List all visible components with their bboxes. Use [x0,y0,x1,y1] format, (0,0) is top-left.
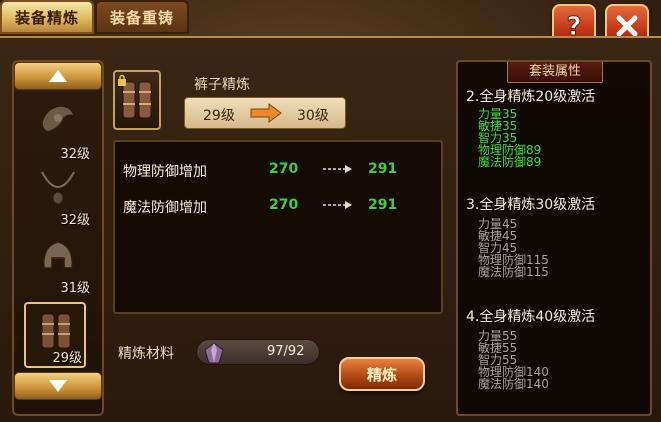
tab-equipment-refine[interactable]: 装备精炼 [0,0,94,34]
shoulder-armor-icon [41,105,75,133]
lock-icon [118,74,126,86]
set-tier-header: 3.全身精炼30级激活 [466,197,596,213]
stat-old-value: 270 [269,161,299,177]
material-label: 精炼材料 [118,346,174,362]
set-attributes-title: 套装属性 [507,62,603,83]
tab-equipment-reforge[interactable]: 装备重铸 [95,0,189,34]
item-level: 32级 [60,213,90,228]
set-attribute-line: 魔法防御89 [478,155,542,169]
stat-old-value: 270 [269,197,299,213]
stat-row: 魔法防御增加 270 291 [123,197,433,217]
list-item[interactable]: 32级 [22,164,92,228]
stat-new-value: 291 [368,161,398,177]
gear-name: 裤子精炼 [194,77,250,93]
set-attributes-panel[interactable]: 套装属性 2.全身精炼20级激活 力量35 敏捷35 智力35 物理防御89 魔… [456,60,652,416]
triangle-up-icon [49,70,67,82]
selected-gear-slot [113,70,161,130]
level-upgrade-bar: 29级 30级 [184,97,346,129]
list-item[interactable]: 32级 [22,98,92,162]
list-item-selected[interactable]: 29级 [24,302,86,368]
dashed-arrow-icon [323,165,352,173]
triangle-down-icon [49,380,67,392]
stats-panel: 物理防御增加 270 291 魔法防御增加 270 291 [113,140,443,314]
crystal-icon [204,342,224,364]
list-item[interactable]: 31级 [22,232,92,296]
current-level: 29级 [203,108,235,124]
material-count: 97/92 [267,344,305,359]
scroll-down-button[interactable] [14,372,102,400]
necklace-icon [41,171,75,205]
item-level: 32级 [60,147,90,162]
dashed-arrow-icon [323,201,352,209]
arrow-right-icon [250,103,282,123]
stat-row: 物理防御增加 270 291 [123,161,433,181]
scroll-up-button[interactable] [14,62,102,90]
material-counter: 97/92 [196,339,320,365]
leg-armor-icon [41,313,71,349]
stat-name: 魔法防御增加 [123,200,207,216]
next-level: 30级 [297,108,329,124]
refine-button[interactable]: 精炼 [339,357,425,391]
set-tier-header: 2.全身精炼20级激活 [466,89,596,105]
item-level: 31级 [60,281,90,296]
set-attribute-line: 魔法防御115 [478,265,549,279]
stat-new-value: 291 [368,197,398,213]
stat-name: 物理防御增加 [123,164,207,180]
set-tier-header: 4.全身精炼40级激活 [466,309,596,325]
helmet-icon [43,241,73,269]
set-attribute-line: 魔法防御140 [478,377,549,391]
